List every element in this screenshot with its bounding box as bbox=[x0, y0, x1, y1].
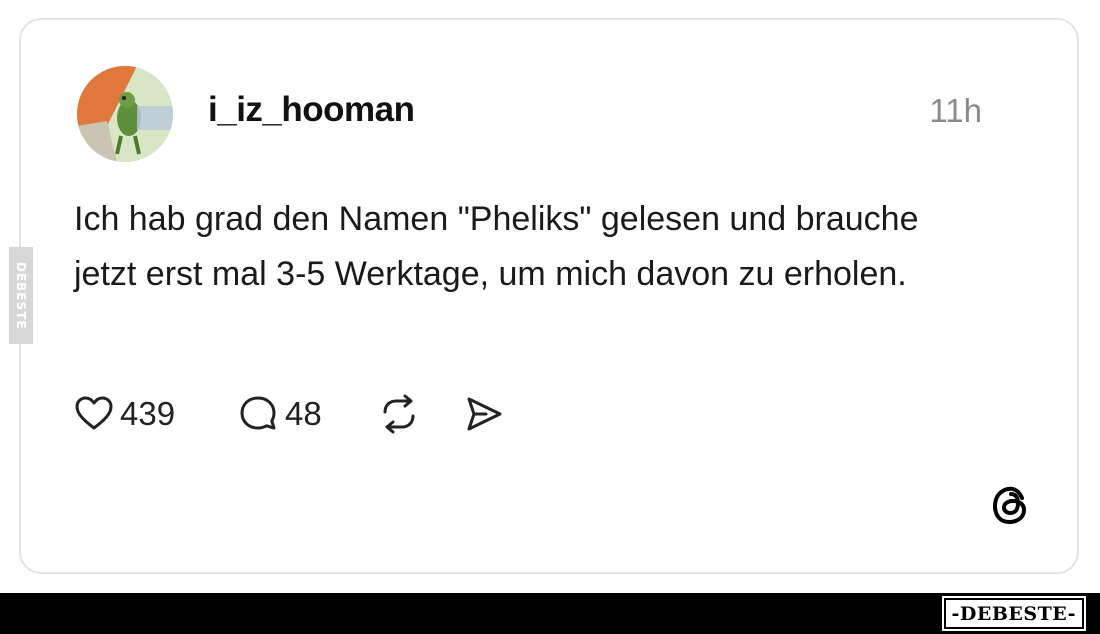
watermark-side-text: DEBESTE bbox=[14, 261, 28, 330]
repost-icon bbox=[383, 394, 415, 434]
username[interactable]: i_iz_hooman bbox=[208, 90, 415, 130]
like-button[interactable]: 439 bbox=[74, 392, 175, 436]
threads-logo-icon[interactable] bbox=[989, 482, 1035, 528]
reply-count: 48 bbox=[285, 395, 322, 432]
post-text: Ich hab grad den Namen "Pheliks" gelesen… bbox=[74, 200, 919, 293]
brand-watermark: -DEBESTE- bbox=[941, 596, 1087, 631]
avatar[interactable] bbox=[77, 66, 173, 162]
repost-button[interactable] bbox=[377, 392, 421, 436]
footer-bar: -DEBESTE- bbox=[0, 593, 1100, 634]
post-card: i_iz_hooman 11h Ich hab grad den Namen "… bbox=[19, 18, 1079, 574]
share-button[interactable] bbox=[462, 392, 506, 436]
avatar-image bbox=[77, 66, 173, 162]
comment-icon bbox=[240, 396, 276, 430]
heart-icon bbox=[75, 396, 113, 430]
page: i_iz_hooman 11h Ich hab grad den Namen "… bbox=[0, 0, 1100, 634]
reply-button[interactable]: 48 bbox=[237, 392, 322, 436]
like-count: 439 bbox=[120, 395, 176, 432]
share-icon bbox=[467, 397, 502, 431]
watermark-side: DEBESTE bbox=[9, 247, 33, 344]
post-timestamp: 11h bbox=[929, 92, 982, 129]
